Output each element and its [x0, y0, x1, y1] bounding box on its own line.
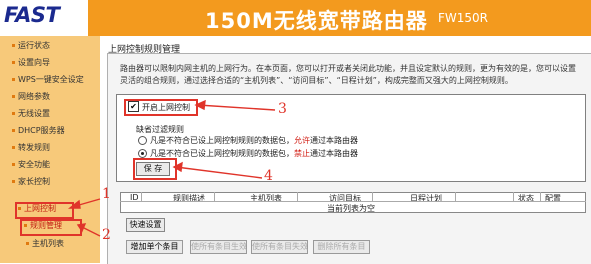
arrow-3 — [197, 104, 276, 111]
annotation-1: 1 — [102, 186, 111, 202]
arrowhead-4 — [172, 161, 183, 173]
arrowhead-2 — [76, 223, 87, 233]
annotation-2: 2 — [102, 227, 111, 243]
arrowhead-1 — [67, 199, 81, 209]
annotation-3: 3 — [278, 101, 287, 117]
annotation-arrows — [67, 99, 276, 237]
arrow-4 — [175, 166, 263, 179]
annotation-4: 4 — [264, 168, 273, 184]
arrowhead-3 — [194, 99, 206, 111]
